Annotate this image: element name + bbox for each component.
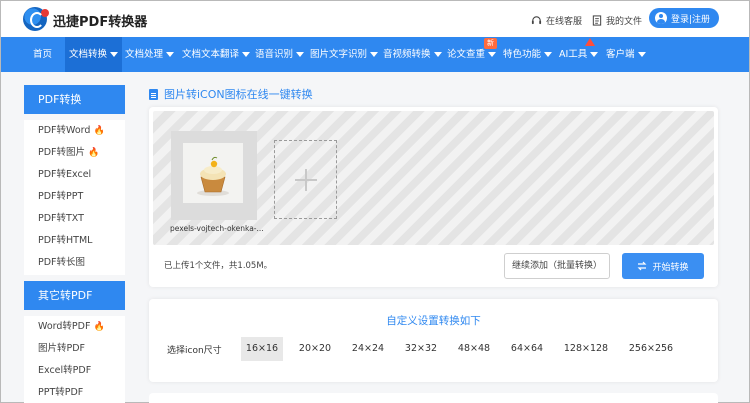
login-register-button[interactable]: 登录|注册 xyxy=(649,8,719,28)
settings-panel: 自定义设置转换如下 选择icon尺寸 16×16 20×20 24×24 32×… xyxy=(149,299,718,382)
upload-info-text: 已上传1个文件，共1.05M。 xyxy=(164,261,273,271)
sidebar-to-pdf-list: Word转PDF 🔥 图片转PDF Excel转PDF PPT转PDF xyxy=(24,316,125,403)
fire-icon: 🔥 xyxy=(93,126,105,136)
sidebar-item-pdf-to-word[interactable]: PDF转Word 🔥 xyxy=(24,120,125,142)
top-header: 迅捷PDF转换器 在线客服 我的文件 登录|注册 xyxy=(1,1,749,37)
uploaded-file-card[interactable] xyxy=(171,131,257,220)
chevron-down-icon xyxy=(296,52,305,57)
my-files-link[interactable]: 我的文件 xyxy=(592,14,642,27)
main-nav: 首页 文档转换 文档处理 文档文本翻译 语音识别 图片文字识别 音视频转换 论文… xyxy=(1,37,749,72)
sidebar-item-pdf-to-long-image[interactable]: PDF转长图 xyxy=(24,252,125,274)
file-thumbnail xyxy=(183,143,243,203)
size-option-48[interactable]: 48×48 xyxy=(454,337,494,361)
sidebar-pdf-convert-list: PDF转Word 🔥 PDF转图片 🔥 PDF转Excel PDF转PPT PDF转… xyxy=(24,120,125,275)
size-option-32[interactable]: 32×32 xyxy=(401,337,441,361)
sidebar-pdf-convert-header[interactable]: PDF转换 xyxy=(24,85,125,114)
chevron-down-icon xyxy=(166,52,175,57)
sidebar-item-pdf-to-txt[interactable]: PDF转TXT xyxy=(24,208,125,230)
brand-name[interactable]: 迅捷PDF转换器 xyxy=(53,11,147,30)
user-avatar-icon xyxy=(655,12,667,24)
cupcake-image xyxy=(183,143,243,203)
chevron-down-icon xyxy=(590,52,599,57)
size-option-256[interactable]: 256×256 xyxy=(625,337,677,361)
new-badge: 新 xyxy=(484,38,497,49)
online-service-link[interactable]: 在线客服 xyxy=(531,14,582,27)
size-option-24[interactable]: 24×24 xyxy=(348,337,388,361)
sidebar-item-pdf-to-ppt[interactable]: PDF转PPT xyxy=(24,186,125,208)
online-service-label: 在线客服 xyxy=(546,17,583,27)
nav-doc-translate[interactable]: 文档文本翻译 xyxy=(178,37,254,72)
fire-icon: 🔥 xyxy=(93,322,105,332)
nav-doc-convert[interactable]: 文档转换 xyxy=(65,37,123,72)
brand-logo-icon[interactable] xyxy=(23,7,49,31)
chevron-down-icon xyxy=(637,52,646,57)
icon-size-label: 选择icon尺寸 xyxy=(167,346,222,356)
sidebar-item-pdf-to-image[interactable]: PDF转图片 🔥 xyxy=(24,142,125,164)
sidebar-item-excel-to-pdf[interactable]: Excel转PDF xyxy=(24,360,125,382)
sidebar-item-image-to-pdf[interactable]: 图片转PDF xyxy=(24,338,125,360)
size-option-128[interactable]: 128×128 xyxy=(560,337,612,361)
sidebar-item-pdf-to-html[interactable]: PDF转HTML xyxy=(24,230,125,252)
file-name: pexels-vojtech-okenka-... xyxy=(170,224,264,233)
convert-arrows-icon xyxy=(638,261,647,271)
fire-icon: 🔥 xyxy=(88,148,100,158)
upload-panel: pexels-vojtech-okenka-... 已上传1个文件，共1.05M… xyxy=(149,107,718,287)
plus-icon xyxy=(294,168,317,191)
my-files-label: 我的文件 xyxy=(606,17,643,27)
start-convert-label: 开始转换 xyxy=(652,262,689,273)
document-icon xyxy=(149,88,158,100)
size-option-64[interactable]: 64×64 xyxy=(507,337,547,361)
page-title-row: 图片转iCON图标在线一键转换 xyxy=(149,86,313,102)
chevron-down-icon xyxy=(370,52,379,57)
size-option-16[interactable]: 16×16 xyxy=(241,337,283,361)
start-convert-button[interactable]: 开始转换 xyxy=(622,253,704,279)
hot-arrow-icon xyxy=(585,38,595,46)
nav-home[interactable]: 首页 xyxy=(29,37,56,72)
sidebar-item-word-to-pdf[interactable]: Word转PDF 🔥 xyxy=(24,316,125,338)
nav-speech-recognition[interactable]: 语音识别 xyxy=(251,37,308,72)
headset-icon xyxy=(531,16,542,25)
nav-doc-process[interactable]: 文档处理 xyxy=(121,37,178,72)
nav-client[interactable]: 客户端 xyxy=(602,37,650,72)
sidebar-to-pdf-header[interactable]: 其它转PDF xyxy=(24,281,125,310)
nav-ai-tools[interactable]: AI工具 xyxy=(555,37,602,72)
nav-features[interactable]: 特色功能 xyxy=(499,37,556,72)
continue-add-button[interactable]: 继续添加（批量转换） xyxy=(504,253,610,279)
chevron-down-icon xyxy=(544,52,553,57)
document-icon xyxy=(592,15,602,26)
sidebar-item-ppt-to-pdf[interactable]: PPT转PDF xyxy=(24,382,125,403)
sidebar-item-pdf-to-excel[interactable]: PDF转Excel xyxy=(24,164,125,186)
page-title: 图片转iCON图标在线一键转换 xyxy=(164,88,313,101)
login-label: 登录|注册 xyxy=(671,14,711,25)
nav-image-ocr[interactable]: 图片文字识别 xyxy=(306,37,382,72)
chevron-down-icon xyxy=(488,52,497,57)
add-file-button[interactable] xyxy=(274,140,337,219)
chevron-down-icon xyxy=(110,52,119,57)
settings-title: 自定义设置转换如下 xyxy=(386,315,481,327)
chevron-down-icon xyxy=(433,52,442,57)
nav-av-convert[interactable]: 音视频转换 xyxy=(379,37,446,72)
file-drop-zone[interactable]: pexels-vojtech-okenka-... xyxy=(153,111,714,245)
size-option-20[interactable]: 20×20 xyxy=(295,337,335,361)
next-panel-edge xyxy=(149,393,718,403)
chevron-down-icon xyxy=(242,52,251,57)
